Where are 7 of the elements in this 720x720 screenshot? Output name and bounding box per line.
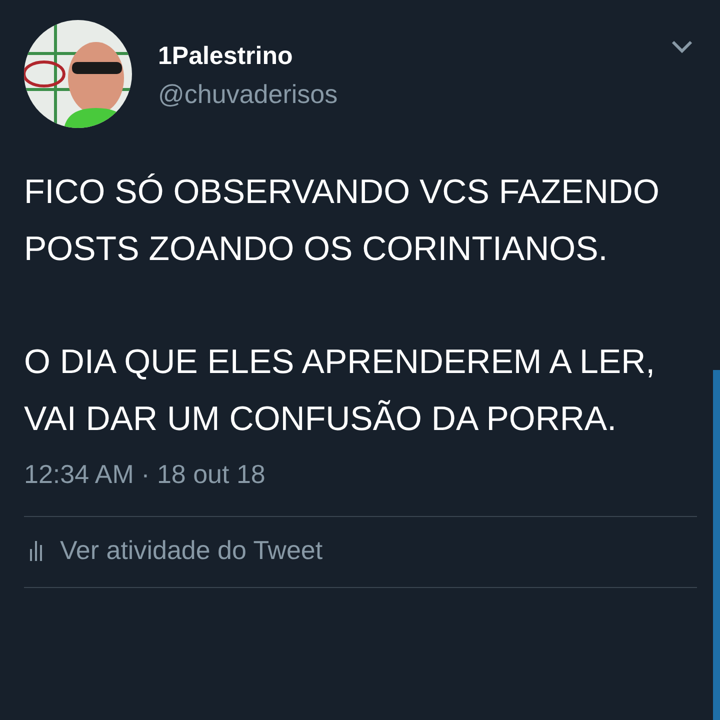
tweet-text: FICO SÓ OBSERVANDO VCS FAZENDO POSTS ZOANDO OS CORINTIANOS.: [24, 172, 660, 270]
author-name: 1Palestrino: [158, 41, 294, 72]
activity-link[interactable]: Ver atividade do Tweet: [60, 534, 323, 566]
timestamp: 12:34 AM · 18 out 18: [24, 458, 266, 491]
tweet-text: O DIA QUE ELES APRENDEREM A LER, VAI DAR UM CONFUSÃO DA PORRA.: [24, 342, 656, 440]
chevron-down-icon[interactable]: [671, 40, 693, 54]
author-handle: @chuvaderisos: [158, 78, 339, 111]
